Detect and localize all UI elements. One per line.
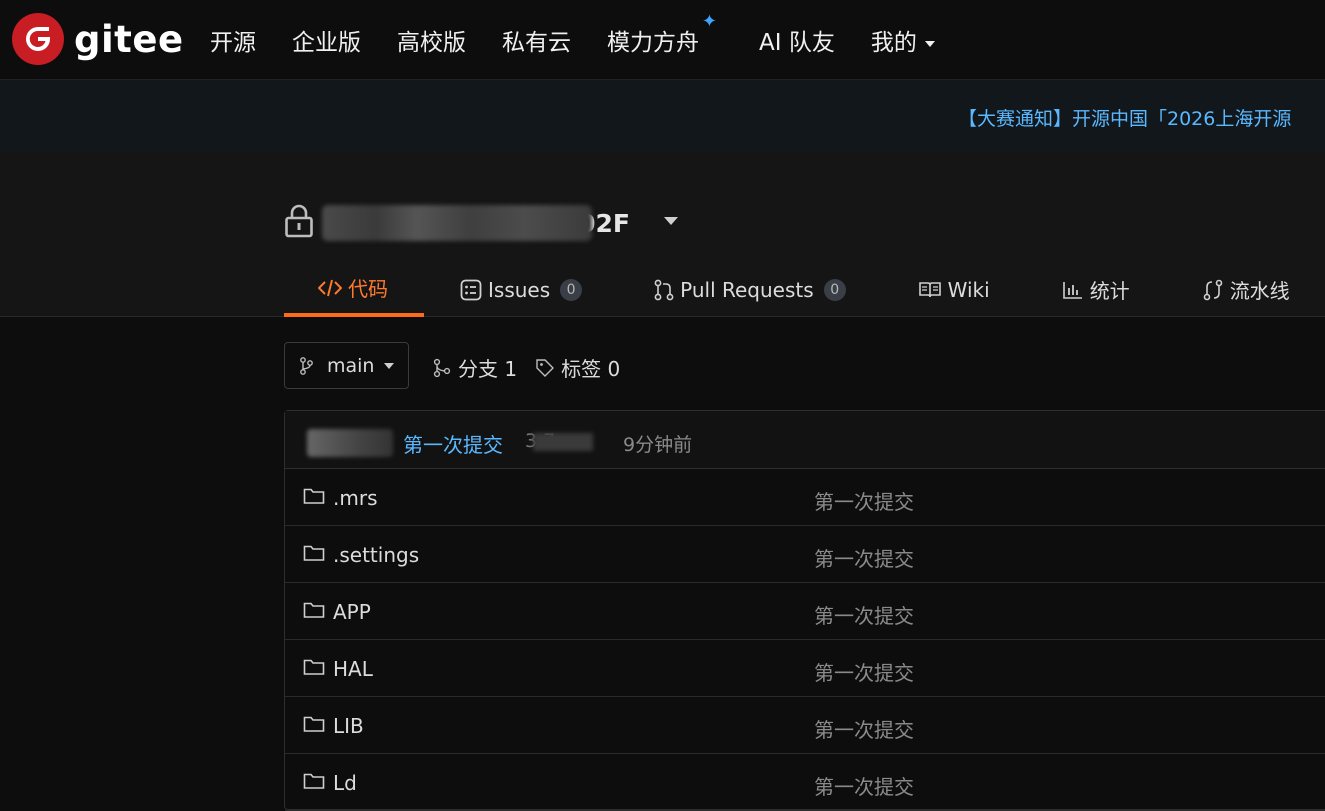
nav-mine-dropdown[interactable]: 我的: [871, 23, 935, 57]
file-list: 第一次提交 3 7 9分钟前 .mrs 第一次提交 .settings 第一次提…: [284, 410, 1325, 811]
lock-icon: [284, 204, 314, 242]
folder-icon: [303, 545, 325, 561]
tab-issues[interactable]: Issues 0: [424, 262, 618, 317]
tab-stats[interactable]: 统计: [1026, 262, 1166, 317]
redacted-author: [307, 429, 393, 457]
file-commit-message[interactable]: 第一次提交: [814, 600, 914, 629]
file-commit-message[interactable]: 第一次提交: [814, 771, 914, 800]
branch-meta: 分支 1 标签 0: [432, 353, 638, 382]
file-commit-message[interactable]: 第一次提交: [814, 714, 914, 743]
commit-time: 9分钟前: [623, 434, 693, 456]
branch-icon: [300, 356, 313, 375]
file-row[interactable]: LIB 第一次提交: [285, 697, 1325, 754]
nav-education[interactable]: 高校版: [397, 23, 466, 57]
gitee-logo[interactable]: gitee: [12, 13, 184, 65]
repo-switch-caret-icon[interactable]: [664, 217, 678, 225]
tab-pull-requests[interactable]: Pull Requests 0: [618, 262, 882, 317]
sparkle-icon: ✦: [701, 11, 717, 32]
folder-icon: [303, 488, 325, 504]
issues-count-badge: 0: [560, 278, 583, 301]
file-name[interactable]: .mrs: [333, 486, 377, 510]
main-nav: 开源 企业版 高校版 私有云 模力方舟 ✦ AI 队友 我的: [210, 0, 971, 80]
bar-chart-icon: [1062, 281, 1082, 299]
redacted-repo-name: [322, 205, 592, 241]
code-icon: [318, 279, 342, 296]
tab-wiki[interactable]: Wiki: [882, 262, 1026, 317]
folder-icon: [303, 716, 325, 732]
redacted-hash: [533, 433, 593, 451]
branches-link[interactable]: 分支 1: [432, 353, 517, 382]
tab-code-label: 代码: [348, 277, 388, 301]
folder-icon: [303, 602, 325, 618]
file-commit-message[interactable]: 第一次提交: [814, 486, 914, 515]
tag-icon: [536, 358, 555, 377]
tags-link[interactable]: 标签 0: [535, 353, 620, 382]
tab-pr-label: Pull Requests: [680, 277, 814, 302]
commit-message-link[interactable]: 第一次提交: [403, 429, 503, 458]
caret-down-icon: [384, 362, 395, 369]
file-row[interactable]: APP 第一次提交: [285, 583, 1325, 640]
latest-commit-row: 第一次提交 3 7 9分钟前: [285, 411, 1325, 469]
tab-pipeline-label: 流水线: [1229, 279, 1290, 303]
file-row[interactable]: .settings 第一次提交: [285, 526, 1325, 583]
nav-private-cloud[interactable]: 私有云: [502, 23, 571, 57]
logo-text: gitee: [74, 17, 184, 61]
tab-issues-label: Issues: [488, 277, 551, 302]
pr-count-badge: 0: [823, 278, 846, 301]
tags-label: 标签 0: [561, 357, 621, 381]
file-name[interactable]: Ld: [333, 771, 357, 795]
tab-wiki-label: Wiki: [947, 277, 990, 302]
nav-mine-label: 我的: [870, 30, 917, 56]
tab-stats-label: 统计: [1089, 279, 1130, 303]
file-row[interactable]: HAL 第一次提交: [285, 640, 1325, 697]
nav-moli-label: 模力方舟: [607, 30, 699, 56]
file-row[interactable]: .mrs 第一次提交: [285, 469, 1325, 526]
file-name[interactable]: HAL: [333, 657, 373, 681]
tab-pipeline[interactable]: 流水线: [1166, 262, 1325, 317]
file-name[interactable]: LIB: [333, 714, 364, 738]
branches-icon: [433, 358, 451, 377]
nav-ai-teammate[interactable]: AI 队友: [759, 23, 835, 57]
folder-icon: [303, 773, 325, 789]
book-icon: [918, 281, 941, 297]
repo-tabs: 代码 Issues 0 Pull Requests 0 Wiki 统计 流水线: [284, 262, 1325, 317]
gitee-logo-icon: [12, 13, 64, 65]
file-commit-message[interactable]: 第一次提交: [814, 657, 914, 686]
file-name[interactable]: APP: [333, 600, 371, 624]
nav-moli-fangzhou[interactable]: 模力方舟 ✦: [607, 11, 717, 57]
nav-enterprise[interactable]: 企业版: [292, 23, 361, 57]
pipeline-icon: [1203, 279, 1222, 300]
tab-code[interactable]: 代码: [284, 262, 424, 317]
announcement-bar: 【大赛通知】开源中国「2026上海开源: [0, 80, 1325, 152]
branch-selector[interactable]: main: [284, 342, 409, 389]
folder-icon: [303, 659, 325, 675]
pull-request-icon: [654, 279, 674, 300]
nav-open-source[interactable]: 开源: [210, 23, 256, 57]
caret-down-icon: [924, 40, 935, 47]
announcement-link[interactable]: 【大赛通知】开源中国「2026上海开源: [958, 104, 1291, 131]
issues-icon: [460, 279, 482, 300]
branches-label: 分支 1: [458, 357, 518, 381]
file-row[interactable]: Ld 第一次提交: [285, 754, 1325, 811]
file-commit-message[interactable]: 第一次提交: [814, 543, 914, 572]
branch-name: main: [327, 354, 375, 377]
file-name[interactable]: .settings: [333, 543, 419, 567]
top-navbar: gitee 开源 企业版 高校版 私有云 模力方舟 ✦ AI 队友 我的: [0, 0, 1325, 80]
